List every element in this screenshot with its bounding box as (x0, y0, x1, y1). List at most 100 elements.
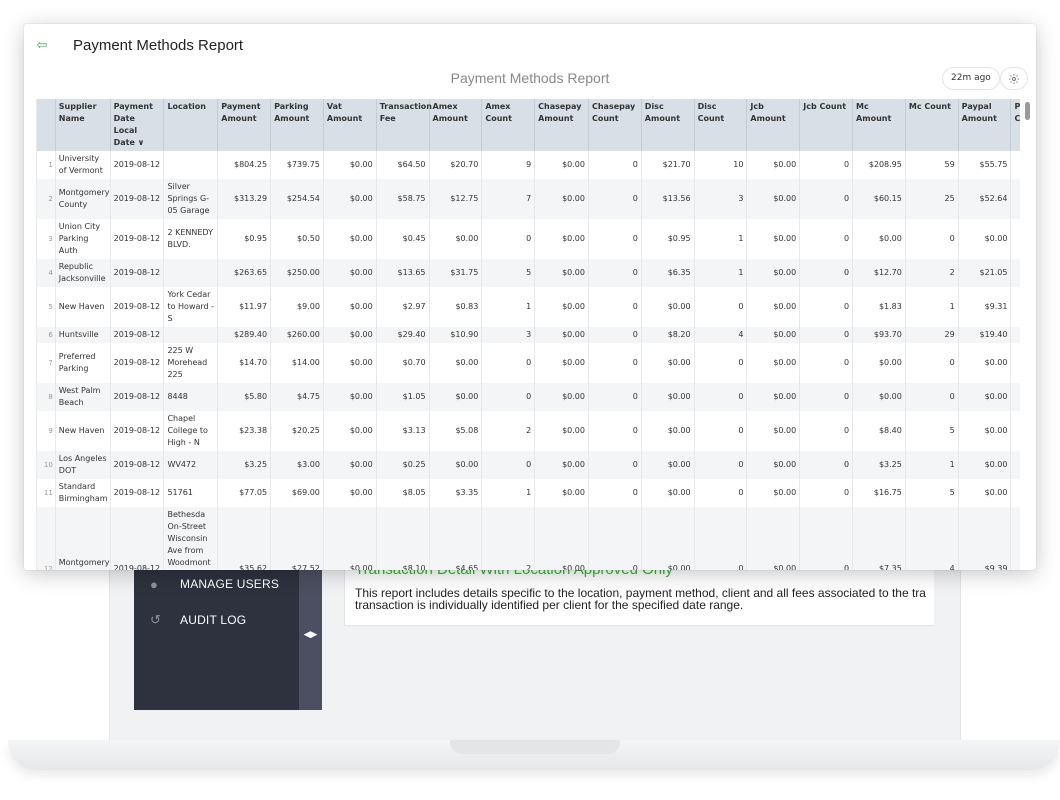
column-header[interactable]: Amex Count (481, 99, 536, 151)
row-number: 3 (37, 219, 56, 259)
description-line: transaction is individually identified p… (355, 598, 744, 612)
table-cell: Montgomery County (55, 179, 111, 219)
table-row[interactable]: 3 Union City Parking Auth 2019-08-12 2 KENN… (37, 219, 1020, 259)
report-table-container[interactable]: Supplier Name Payment Date Local Date ∨ Lo… (36, 99, 1020, 570)
table-cell: $4.65 (429, 507, 483, 570)
table-cell: $313.29 (217, 179, 272, 219)
table-cell: 0 (694, 343, 748, 383)
table-cell: $10.90 (429, 327, 483, 343)
table-row[interactable]: 8 West Palm Beach 2019-08-12 8448 $5.80 $4.75… (37, 383, 1020, 411)
table-cell: $0.00 (323, 507, 377, 570)
table-cell: $0.00 (429, 219, 483, 259)
table-cell: $8.05 (376, 479, 430, 507)
table-cell: $0.00 (534, 383, 589, 411)
table-cell: $0.00 (534, 179, 589, 219)
table-cell: 2019-08-12 (110, 411, 165, 451)
table-header-row: Supplier Name Payment Date Local Date ∨ Lo… (37, 99, 1020, 151)
table-cell: $0.00 (429, 343, 483, 383)
table-row[interactable]: 12Montgomery County2019-08-12Bethesda On… (37, 507, 1020, 570)
back-button[interactable]: ⇦ (34, 38, 50, 54)
table-cell: 2019-08-12 (110, 451, 165, 479)
table-cell: $0.00 (746, 451, 801, 479)
column-header[interactable]: Transaction Fee (376, 99, 432, 151)
table-row[interactable]: 6 Huntsville 2019-08-12 $289.40 $260.00 $0.00… (37, 327, 1020, 343)
table-cell: West Palm Beach (55, 383, 111, 411)
column-header[interactable]: Chasepay Amount (534, 99, 589, 151)
table-cell: Union City Parking Auth (55, 219, 111, 259)
table-cell: $0.00 (534, 451, 589, 479)
table-cell: $804.25 (217, 151, 272, 179)
table-cell (1010, 383, 1020, 411)
expand-collapse-icon: ◀▶ (303, 630, 318, 640)
table-cell: 0 (694, 411, 748, 451)
table-cell: 0 (799, 179, 854, 219)
report-card-description: This report includes details specific to… (355, 587, 934, 611)
table-row[interactable]: 2 Montgomery County 2019-08-12 Silver Sprin… (37, 179, 1020, 219)
table-cell: $8.20 (641, 327, 695, 343)
table-cell: $3.35 (429, 479, 483, 507)
table-cell: $3.25 (217, 451, 272, 479)
table-cell: $13.56 (641, 179, 695, 219)
column-header[interactable]: Amex Amount (429, 99, 483, 151)
column-header[interactable]: Disc Amount (641, 99, 695, 151)
table-cell: $0.00 (323, 327, 377, 343)
table-row[interactable]: 5 New Haven 2019-08-12 York Cedar to Howard… (37, 287, 1020, 327)
table-cell: $0.83 (429, 287, 483, 327)
sidebar-item-manage-users[interactable]: ● MANAGE USERS (134, 566, 299, 602)
column-header[interactable]: Payment Amount (217, 99, 272, 151)
sidebar-item-audit-log[interactable]: ↺ AUDIT LOG (134, 602, 299, 638)
table-cell: $208.95 (852, 151, 906, 179)
table-cell: $0.00 (746, 507, 801, 570)
table-row[interactable]: 11 Standard Birmingham 2019-08-12 51761 $77.… (37, 479, 1020, 507)
column-header[interactable]: Disc Count (694, 99, 748, 151)
table-row[interactable]: 4 Republic Jacksonville 2019-08-12 $263.65 $… (37, 259, 1020, 287)
table-cell: $0.00 (429, 383, 483, 411)
table-cell: 1 (905, 451, 959, 479)
column-header[interactable]: Vat Amount (323, 99, 377, 151)
column-header[interactable]: Supplier Name (55, 99, 111, 151)
column-header[interactable]: Paypal Count (1010, 99, 1020, 151)
table-cell: $27.52 (270, 507, 324, 570)
table-cell: 0 (481, 383, 536, 411)
column-header[interactable]: Chasepay Count (588, 99, 642, 151)
column-header[interactable]: Paypal Amount (958, 99, 1012, 151)
table-cell (1010, 219, 1020, 259)
table-cell: $19.40 (958, 327, 1012, 343)
refresh-time-badge[interactable]: 22m ago (943, 68, 999, 89)
table-cell: 2 KENNEDY BLVD. (163, 219, 219, 259)
table-cell: $0.00 (429, 451, 483, 479)
sidebar-collapse-toggle[interactable]: ◀▶ (299, 560, 322, 710)
table-cell: $260.00 (270, 327, 324, 343)
table-cell (1010, 451, 1020, 479)
table-row[interactable]: 1 University of Vermont 2019-08-12 $804.25 $… (37, 151, 1020, 179)
table-cell: 0 (588, 219, 642, 259)
table-cell: $0.00 (746, 411, 801, 451)
table-cell: $0.25 (376, 451, 430, 479)
table-row[interactable]: 10 Los Angeles DOT 2019-08-12 WV472 $3.25 $3.… (37, 451, 1020, 479)
column-header[interactable]: Location (163, 99, 219, 151)
table-cell: 4 (905, 507, 959, 570)
table-row[interactable]: 9 New Haven 2019-08-12 Chapel College to Hi… (37, 411, 1020, 451)
table-cell: 2019-08-12 (110, 507, 165, 570)
column-header[interactable]: Jcb Count (799, 99, 854, 151)
table-cell: New Haven (55, 411, 111, 451)
settings-button[interactable] (1001, 68, 1027, 89)
table-cell: $0.00 (641, 479, 695, 507)
row-number: 11 (37, 479, 56, 507)
table-cell: 0 (799, 479, 854, 507)
column-header[interactable]: Parking Amount (270, 99, 324, 151)
column-header[interactable]: Jcb Amount (746, 99, 801, 151)
table-cell: $64.50 (376, 151, 430, 179)
table-row[interactable]: 7 Preferred Parking 2019-08-12 225 W Morehe… (37, 343, 1020, 383)
table-cell: 1 (694, 219, 748, 259)
vertical-scrollbar[interactable] (1025, 102, 1030, 120)
column-header[interactable]: Mc Count (905, 99, 959, 151)
table-cell: 2 (481, 507, 536, 570)
row-number: 6 (37, 327, 56, 343)
table-cell: Chapel College to High - N (163, 411, 219, 451)
table-cell: $0.00 (534, 259, 589, 287)
table-cell: $0.00 (641, 507, 695, 570)
column-header[interactable]: Payment Date Local Date ∨ (110, 99, 165, 151)
table-cell (1010, 411, 1020, 451)
column-header[interactable]: Mc Amount (852, 99, 906, 151)
